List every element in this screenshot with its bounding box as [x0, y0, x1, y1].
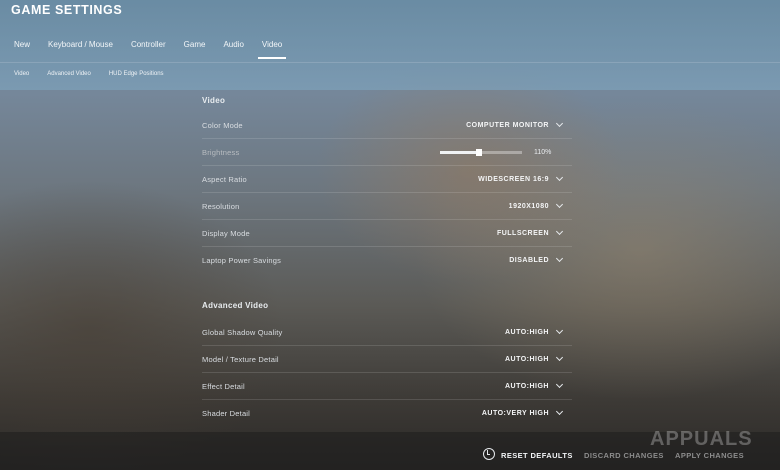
- tab-controller[interactable]: Controller: [131, 40, 166, 59]
- setting-model-texture-detail[interactable]: Model / Texture Detail AUTO:HIGH: [202, 346, 572, 373]
- setting-label: Laptop Power Savings: [202, 255, 282, 265]
- brightness-value: 110%: [534, 148, 552, 156]
- setting-aspect-ratio[interactable]: Aspect Ratio WIDESCREEN 16:9: [202, 166, 572, 193]
- setting-color-mode[interactable]: Color Mode COMPUTER MONITOR: [202, 112, 572, 139]
- tab-new[interactable]: New: [14, 40, 30, 59]
- chevron-down-icon: [555, 326, 564, 335]
- chevron-down-icon: [555, 380, 564, 389]
- settings-panel: Video Color Mode COMPUTER MONITOR Bright…: [202, 96, 572, 426]
- tab-keyboard-mouse[interactable]: Keyboard / Mouse: [48, 40, 113, 59]
- setting-label: Effect Detail: [202, 381, 245, 391]
- chevron-down-icon: [555, 407, 564, 416]
- chevron-down-icon: [555, 254, 564, 263]
- reset-icon[interactable]: [483, 448, 495, 460]
- subtab-advanced-video[interactable]: Advanced Video: [47, 71, 91, 77]
- setting-shader-detail[interactable]: Shader Detail AUTO:VERY HIGH: [202, 400, 572, 426]
- dropdown-value[interactable]: DISABLED: [509, 254, 572, 264]
- dropdown-value[interactable]: 1920X1080: [509, 200, 572, 210]
- setting-effect-detail[interactable]: Effect Detail AUTO:HIGH: [202, 373, 572, 400]
- tab-divider: [0, 62, 780, 63]
- tab-game[interactable]: Game: [184, 40, 206, 59]
- chevron-down-icon: [555, 227, 564, 236]
- dropdown-value[interactable]: AUTO:HIGH: [505, 380, 572, 390]
- page-title: GAME SETTINGS: [11, 3, 123, 17]
- chevron-down-icon: [555, 119, 564, 128]
- section-title-video: Video: [202, 96, 226, 105]
- section-title-advanced-video: Advanced Video: [202, 301, 269, 310]
- setting-global-shadow-quality[interactable]: Global Shadow Quality AUTO:HIGH: [202, 319, 572, 346]
- setting-label: Color Mode: [202, 120, 243, 130]
- setting-label: Global Shadow Quality: [202, 327, 283, 337]
- watermark-logo: APPUALS: [650, 428, 753, 450]
- setting-label: Model / Texture Detail: [202, 354, 279, 364]
- dropdown-value[interactable]: COMPUTER MONITOR: [466, 119, 572, 129]
- discard-changes-button[interactable]: DISCARD CHANGES: [584, 451, 664, 460]
- setting-laptop-power-savings[interactable]: Laptop Power Savings DISABLED: [202, 247, 572, 273]
- chevron-down-icon: [555, 353, 564, 362]
- dropdown-value[interactable]: AUTO:HIGH: [505, 326, 572, 336]
- reset-defaults-button[interactable]: RESET DEFAULTS: [501, 451, 573, 460]
- apply-changes-button[interactable]: APPLY CHANGES: [675, 451, 744, 460]
- subtab-video[interactable]: Video: [14, 71, 29, 77]
- setting-display-mode[interactable]: Display Mode FULLSCREEN: [202, 220, 572, 247]
- setting-label: Display Mode: [202, 228, 250, 238]
- tab-video[interactable]: Video: [257, 40, 287, 59]
- dropdown-value[interactable]: AUTO:HIGH: [505, 353, 572, 363]
- dropdown-value[interactable]: WIDESCREEN 16:9: [478, 173, 572, 183]
- dropdown-value[interactable]: FULLSCREEN: [497, 227, 572, 237]
- main-tabs: New Keyboard / Mouse Controller Game Aud…: [14, 40, 300, 59]
- subtab-hud-edge-positions[interactable]: HUD Edge Positions: [109, 71, 164, 77]
- slider-handle[interactable]: [475, 148, 482, 156]
- chevron-down-icon: [555, 200, 564, 209]
- header-bar: GAME SETTINGS New Keyboard / Mouse Contr…: [0, 0, 780, 90]
- setting-resolution[interactable]: Resolution 1920X1080: [202, 193, 572, 220]
- setting-label: Shader Detail: [202, 408, 251, 418]
- slider-fill: [440, 150, 479, 154]
- setting-brightness: Brightness 110%: [202, 139, 572, 166]
- setting-label: Aspect Ratio: [202, 174, 247, 184]
- chevron-down-icon: [555, 173, 564, 182]
- dropdown-value[interactable]: AUTO:VERY HIGH: [482, 407, 572, 417]
- tab-audio[interactable]: Audio: [223, 40, 243, 59]
- setting-label: Resolution: [202, 201, 240, 211]
- setting-label: Brightness: [202, 147, 240, 157]
- sub-tabs: Video Advanced Video HUD Edge Positions: [14, 71, 182, 77]
- brightness-control: 110%: [440, 148, 572, 156]
- brightness-slider[interactable]: [440, 148, 522, 156]
